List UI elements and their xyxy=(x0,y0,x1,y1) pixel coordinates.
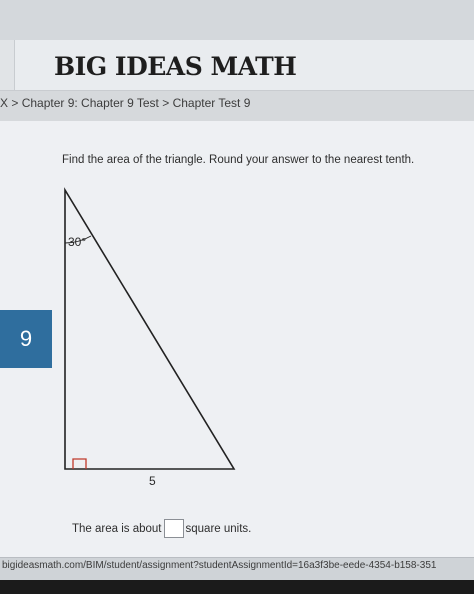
bottom-strip xyxy=(0,580,474,594)
angle-label: 30° xyxy=(68,235,87,249)
top-strip xyxy=(0,0,474,40)
question-prompt: Find the area of the triangle. Round you… xyxy=(62,154,415,166)
breadcrumb-separator: > xyxy=(158,96,173,110)
triangle-figure xyxy=(64,187,236,470)
breadcrumb-prefix[interactable]: X > xyxy=(0,96,22,110)
triangle-shape xyxy=(64,187,236,470)
answer-input[interactable] xyxy=(163,519,184,538)
question-number-badge[interactable]: 9 xyxy=(0,310,52,368)
answer-row: The area is about square units. xyxy=(72,519,251,538)
breadcrumb: X > Chapter 9: Chapter 9 Test > Chapter … xyxy=(0,96,250,110)
brand-logo[interactable]: BIG IDEAS MATH xyxy=(54,52,297,81)
right-angle-marker xyxy=(72,458,87,469)
side-length-label: 5 xyxy=(149,474,156,488)
breadcrumb-current: Chapter Test 9 xyxy=(172,96,251,110)
screen: BIG IDEAS MATH X > Chapter 9: Chapter 9 … xyxy=(0,0,474,594)
header-left-edge xyxy=(0,40,15,95)
answer-suffix: square units. xyxy=(185,522,252,535)
answer-prefix: The area is about xyxy=(72,522,162,535)
status-url: bigideasmath.com/BIM/student/assignment?… xyxy=(2,560,437,571)
question-number: 9 xyxy=(19,326,33,351)
breadcrumb-chapter[interactable]: Chapter 9: Chapter 9 Test xyxy=(22,96,159,110)
